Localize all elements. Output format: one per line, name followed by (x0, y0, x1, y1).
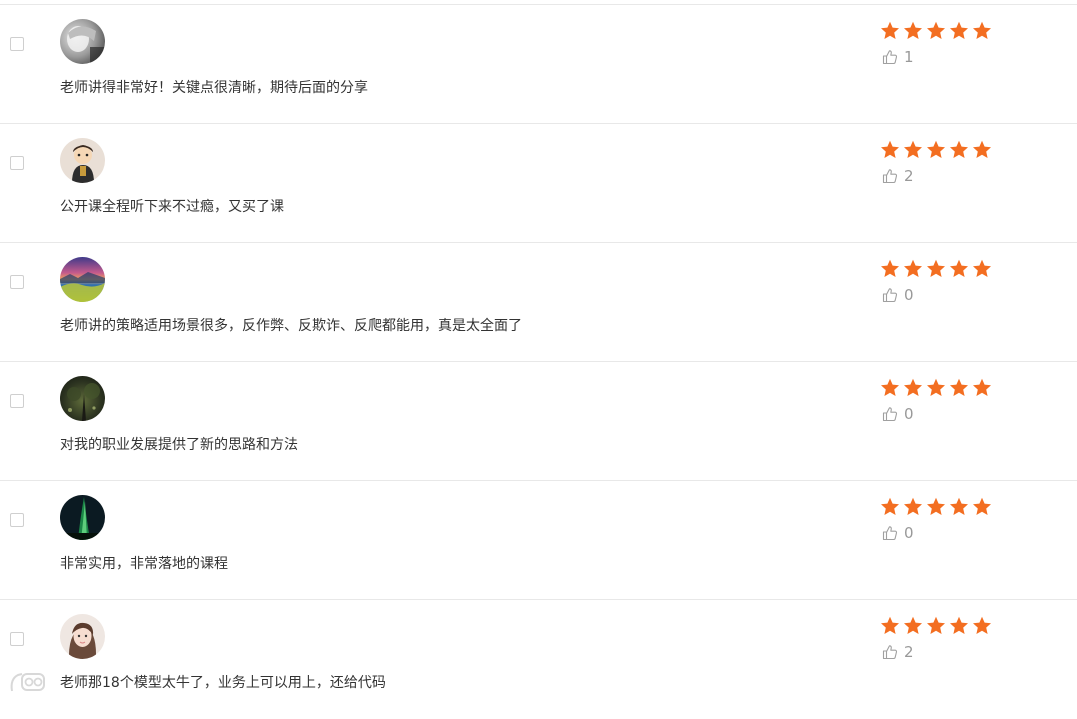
star-icon (973, 497, 991, 515)
rating-stars (880, 497, 995, 517)
avatar[interactable] (60, 138, 105, 183)
star-icon (973, 140, 991, 158)
like-button[interactable]: 1 (882, 47, 914, 67)
like-count: 0 (904, 405, 914, 423)
review-comment: 老师讲得非常好！关键点很清晰，期待后面的分享 (60, 80, 368, 96)
rating-stars (880, 378, 995, 398)
review-comment: 非常实用，非常落地的课程 (60, 556, 228, 572)
review-item: 老师讲的策略适用场景很多，反作弊、反欺诈、反爬都能用，真是太全面了 0 (0, 243, 1077, 362)
review-checkbox[interactable] (10, 394, 24, 408)
star-icon (950, 140, 968, 158)
star-icon (950, 259, 968, 277)
avatar[interactable] (60, 495, 105, 540)
star-icon (904, 21, 922, 39)
review-item: 非常实用，非常落地的课程 0 (0, 481, 1077, 600)
star-icon (973, 378, 991, 396)
star-icon (973, 259, 991, 277)
star-icon (927, 140, 945, 158)
avatar[interactable] (60, 19, 105, 64)
star-icon (881, 21, 899, 39)
star-icon (973, 21, 991, 39)
avatar[interactable] (60, 614, 105, 659)
star-icon (881, 497, 899, 515)
star-icon (881, 140, 899, 158)
star-icon (927, 497, 945, 515)
like-count: 2 (904, 643, 914, 661)
star-icon (881, 378, 899, 396)
thumbs-up-icon (882, 50, 898, 65)
rating-stars (880, 140, 995, 160)
review-checkbox[interactable] (10, 156, 24, 170)
like-count: 0 (904, 524, 914, 542)
star-icon (881, 616, 899, 634)
review-comment: 公开课全程听下来不过瘾，又买了课 (60, 199, 284, 215)
like-button[interactable]: 0 (882, 404, 914, 424)
review-checkbox[interactable] (10, 37, 24, 51)
thumbs-up-icon (882, 645, 898, 660)
like-button[interactable]: 0 (882, 523, 914, 543)
review-item: 老师讲得非常好！关键点很清晰，期待后面的分享 1 (0, 5, 1077, 124)
thumbs-up-icon (882, 407, 898, 422)
like-button[interactable]: 2 (882, 642, 914, 662)
thumbs-up-icon (882, 526, 898, 541)
thumbs-up-icon (882, 169, 898, 184)
review-comment: 对我的职业发展提供了新的思路和方法 (60, 437, 298, 453)
review-item: 老师那18个模型太牛了，业务上可以用上，还给代码 2 (0, 600, 1077, 719)
review-item: 公开课全程听下来不过瘾，又买了课 2 (0, 124, 1077, 243)
thumbs-up-icon (882, 288, 898, 303)
star-icon (950, 497, 968, 515)
avatar[interactable] (60, 376, 105, 421)
star-icon (904, 616, 922, 634)
like-count: 2 (904, 167, 914, 185)
star-icon (950, 378, 968, 396)
rating-stars (880, 259, 995, 279)
star-icon (927, 378, 945, 396)
star-icon (927, 259, 945, 277)
review-item: 对我的职业发展提供了新的思路和方法 0 (0, 362, 1077, 481)
review-comment: 老师讲的策略适用场景很多，反作弊、反欺诈、反爬都能用，真是太全面了 (60, 318, 522, 334)
rating-stars (880, 21, 995, 41)
star-icon (950, 21, 968, 39)
rating-stars (880, 616, 995, 636)
review-comment: 老师那18个模型太牛了，业务上可以用上，还给代码 (60, 675, 386, 691)
like-button[interactable]: 2 (882, 166, 914, 186)
avatar[interactable] (60, 257, 105, 302)
review-checkbox[interactable] (10, 632, 24, 646)
review-checkbox[interactable] (10, 513, 24, 527)
star-icon (927, 616, 945, 634)
star-icon (927, 21, 945, 39)
star-icon (881, 259, 899, 277)
like-count: 0 (904, 286, 914, 304)
like-count: 1 (904, 48, 914, 66)
star-icon (950, 616, 968, 634)
like-button[interactable]: 0 (882, 285, 914, 305)
star-icon (904, 497, 922, 515)
review-checkbox[interactable] (10, 275, 24, 289)
star-icon (973, 616, 991, 634)
star-icon (904, 140, 922, 158)
star-icon (904, 378, 922, 396)
star-icon (904, 259, 922, 277)
